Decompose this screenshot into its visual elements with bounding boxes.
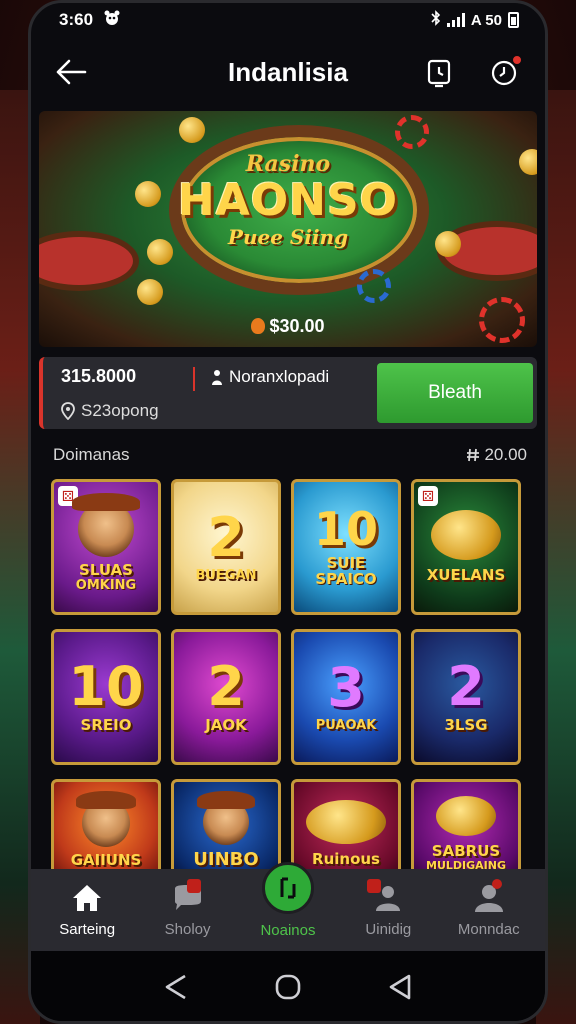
character-image [76, 791, 136, 848]
section-count: 20.00 [466, 445, 527, 465]
system-home-button[interactable] [274, 973, 302, 1006]
coin-icon [179, 117, 205, 143]
game-tile[interactable]: 2 3LSG [411, 629, 521, 765]
signal-icon [446, 13, 465, 27]
game-tile[interactable]: 10 SREIO [51, 629, 161, 765]
character-image [197, 790, 255, 845]
chat-icon [171, 878, 205, 913]
wallet-balance: 315.8000 [61, 365, 137, 386]
back-arrow-icon [56, 59, 87, 85]
back-triangle-icon [166, 974, 187, 999]
banner-brand-sub: Puee Siing [227, 225, 349, 249]
nav-item-people[interactable]: Uinidig [340, 878, 436, 938]
system-back-button[interactable] [163, 973, 189, 1006]
status-time: 3:60 [59, 10, 94, 29]
dice-icon: ⚄ [418, 486, 438, 506]
game-tile[interactable]: 10 SUIE SPAICO [291, 479, 401, 615]
wallet-card: 315.8000 S23opong Noranxlopadi Bleath [39, 357, 537, 429]
section-header: Doimanas 20.00 [53, 445, 527, 465]
coin-icon [137, 279, 163, 305]
game-tile[interactable]: ⚄ SLUAS OMKING [51, 479, 161, 615]
promo-banner[interactable]: Rasino HAONSO Puee Siing $30.00 [39, 111, 537, 347]
chip-icon [395, 115, 429, 149]
nav-item-chat[interactable]: Sholoy [140, 878, 236, 938]
banner-brand-top: Rasino [245, 151, 331, 177]
wallet-divider [193, 367, 195, 391]
game-title: SLUAS [79, 561, 133, 580]
game-title: JAOK [205, 716, 247, 735]
status-right-text: A 50 [470, 11, 502, 29]
user-icon [212, 370, 222, 385]
game-title: 3LSG [444, 716, 488, 735]
notification-badge [511, 54, 523, 66]
app-bar: Indanlisia [31, 37, 545, 107]
game-tile[interactable]: 2 BUEGAN [171, 479, 281, 615]
home-circle-icon [275, 974, 301, 999]
banner-brand-main: HAONSO [177, 175, 399, 226]
phone-frame: 3:60 A 50 Indanlisia Rasino HAONSO Puee … [28, 0, 548, 1024]
badge-icon [186, 878, 201, 893]
bluetooth-icon [431, 10, 441, 30]
hash-icon [467, 448, 480, 462]
game-tile[interactable]: 2 JAOK [171, 629, 281, 765]
game-title: PUAOAK [315, 718, 377, 734]
game-title: BUEGAN [195, 568, 257, 584]
game-tile[interactable]: ⚄ XUELANS [411, 479, 521, 615]
system-nav-bar [31, 951, 545, 1021]
back-button[interactable] [53, 54, 89, 90]
people-icon [367, 878, 405, 913]
game-title: SABRUS [431, 842, 501, 861]
bottom-nav: Sarteing Sholoy Noainos Uinidig Monndac [31, 861, 545, 951]
chip-icon [357, 269, 391, 303]
game-title: XUELANS [426, 566, 506, 585]
battery-icon [508, 12, 519, 28]
game-number: 2 [207, 506, 245, 570]
profile-icon [472, 878, 506, 913]
game-subtitle: SPAICO [315, 570, 377, 588]
location-pin-icon [61, 401, 75, 420]
game-title: Ruinous [312, 850, 380, 869]
wallet-action-button[interactable]: Bleath [377, 363, 533, 423]
crest-emblem [306, 800, 386, 845]
nav-item-games[interactable]: Noainos [240, 861, 336, 939]
history-button[interactable] [421, 54, 457, 90]
games-grid: ⚄ SLUAS OMKING 2 BUEGAN 10 SUIE SPAICO ⚄… [51, 479, 535, 765]
status-bar: 3:60 A 50 [31, 3, 545, 37]
section-title: Doimanas [53, 445, 130, 464]
game-title: UINBO [193, 848, 259, 870]
games-icon [261, 861, 314, 914]
badge-icon [491, 878, 502, 889]
wallet-user: Noranxlopadi [211, 367, 329, 387]
wallet-code: S23opong [61, 401, 177, 421]
game-number: 3 [327, 656, 365, 720]
system-recents-button[interactable] [387, 973, 413, 1006]
notifications-button[interactable] [487, 54, 523, 90]
nav-item-profile[interactable]: Monndac [441, 878, 537, 938]
game-title: GAIIUNS [70, 851, 142, 870]
home-icon [70, 883, 104, 913]
crown-emblem [431, 510, 501, 561]
badge-icon [367, 878, 382, 893]
game-number: 10 [313, 502, 378, 557]
shield-coin-icon [251, 318, 266, 334]
game-tile[interactable]: 3 PUAOAK [291, 629, 401, 765]
game-title: SREIO [80, 716, 132, 735]
notification-icon [103, 10, 121, 31]
game-number: 10 [68, 655, 144, 719]
game-number: 2 [207, 655, 245, 719]
timer-icon [427, 59, 451, 88]
nav-item-home[interactable]: Sarteing [39, 883, 135, 938]
character-image [72, 493, 140, 558]
recents-triangle-icon [389, 974, 410, 999]
game-subtitle: OMKING [75, 578, 137, 594]
game-number: 2 [447, 655, 485, 719]
jackpot-amount: $30.00 [39, 316, 537, 337]
crest-emblem [436, 796, 496, 837]
